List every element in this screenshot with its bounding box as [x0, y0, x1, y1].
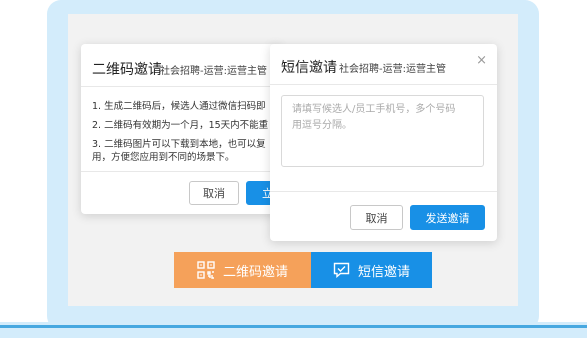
sms-dialog-footer-divider — [270, 191, 497, 192]
qr-dialog-header-divider — [81, 86, 281, 87]
qr-dialog-title: 二维码邀请 — [92, 62, 162, 78]
sms-cancel-button[interactable]: 取消 — [350, 205, 403, 230]
sms-dialog-subtitle: 社会招聘-运营:运营主管 — [339, 64, 446, 75]
qr-dialog-instructions: 1. 生成二维码后，候选人通过微信扫码即 2. 二维码有效期为一个月，15天内不… — [92, 100, 281, 164]
qr-invite-dialog: 二维码邀请 社会招聘-运营:运营主管 1. 生成二维码后，候选人通过微信扫码即 … — [81, 44, 281, 214]
qr-invite-button[interactable]: 二维码邀请 — [174, 252, 311, 288]
instruction-line: 2. 二维码有效期为一个月，15天内不能重 — [92, 120, 269, 131]
instruction-line: 用，方便您应用到不同的场景下。 — [92, 152, 235, 163]
sms-dialog-title: 短信邀请 — [281, 60, 337, 76]
send-invite-button[interactable]: 发送邀请 — [410, 205, 485, 230]
qr-invite-label: 二维码邀请 — [222, 264, 288, 280]
qr-code-icon — [197, 261, 215, 279]
textarea-placeholder: 用逗号分隔。 — [292, 120, 352, 131]
device-base-line — [0, 325, 587, 328]
instruction-line: 1. 生成二维码后，候选人通过微信扫码即 — [92, 101, 266, 112]
qr-dialog-subtitle: 社会招聘-运营:运营主管 — [160, 66, 267, 77]
qr-dialog-footer-divider — [81, 171, 281, 172]
close-icon[interactable]: × — [476, 53, 487, 68]
sms-invite-button[interactable]: 短信邀请 — [311, 252, 432, 288]
phone-numbers-textarea[interactable]: 请填写候选人/员工手机号，多个号码 用逗号分隔。 — [281, 95, 484, 167]
instruction-line: 3. 二维码图片可以下载到本地，也可以复 — [92, 139, 266, 150]
qr-cancel-button[interactable]: 取消 — [189, 181, 239, 205]
sms-dialog-header-divider — [270, 84, 497, 85]
textarea-placeholder: 请填写候选人/员工手机号，多个号码 — [292, 104, 456, 115]
sms-invite-label: 短信邀请 — [357, 264, 410, 280]
message-check-icon — [333, 262, 350, 278]
sms-invite-dialog: 短信邀请 社会招聘-运营:运营主管 × 请填写候选人/员工手机号，多个号码 用逗… — [270, 44, 497, 241]
